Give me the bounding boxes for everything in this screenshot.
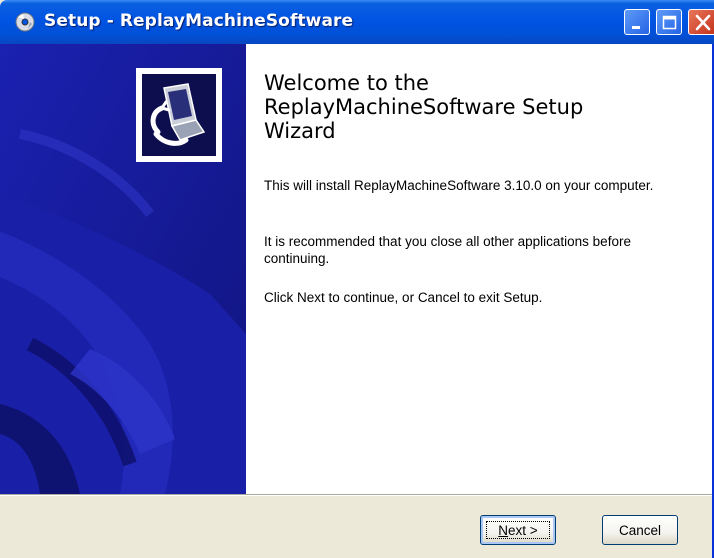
- setup-logo-frame: [136, 68, 222, 162]
- setup-computer-icon: [142, 74, 216, 156]
- cancel-button[interactable]: Cancel: [602, 515, 678, 545]
- welcome-heading-line1: Welcome to the: [264, 71, 429, 95]
- close-icon: [695, 14, 711, 31]
- maximize-icon: [662, 15, 677, 30]
- welcome-heading-line2: ReplayMachineSoftware Setup: [264, 95, 584, 119]
- window-title: Setup - ReplayMachineSoftware: [44, 11, 354, 31]
- minimize-icon: [632, 26, 640, 29]
- continue-instructions: Click Next to continue, or Cancel to exi…: [264, 290, 543, 305]
- welcome-heading: Welcome to the ReplayMachineSoftware Set…: [264, 71, 684, 143]
- minimize-button[interactable]: [624, 9, 650, 35]
- welcome-content-panel: Welcome to the ReplayMachineSoftware Set…: [246, 44, 714, 494]
- focus-rectangle: [486, 521, 550, 539]
- install-info-text: This will install ReplayMachineSoftware …: [264, 178, 654, 193]
- footer-separator: [0, 494, 714, 496]
- title-bar[interactable]: Setup - ReplayMachineSoftware: [0, 0, 714, 44]
- welcome-heading-line3: Wizard: [264, 119, 336, 143]
- close-apps-recommendation: It is recommended that you close all oth…: [264, 234, 631, 266]
- wizard-image-panel: [0, 44, 246, 494]
- setup-disc-icon: [14, 11, 36, 33]
- setup-wizard-window: Setup - ReplayMachineSoftware Welcome to…: [0, 0, 714, 558]
- next-button[interactable]: Next >: [480, 515, 556, 545]
- close-button[interactable]: [688, 9, 714, 35]
- maximize-button[interactable]: [656, 9, 682, 35]
